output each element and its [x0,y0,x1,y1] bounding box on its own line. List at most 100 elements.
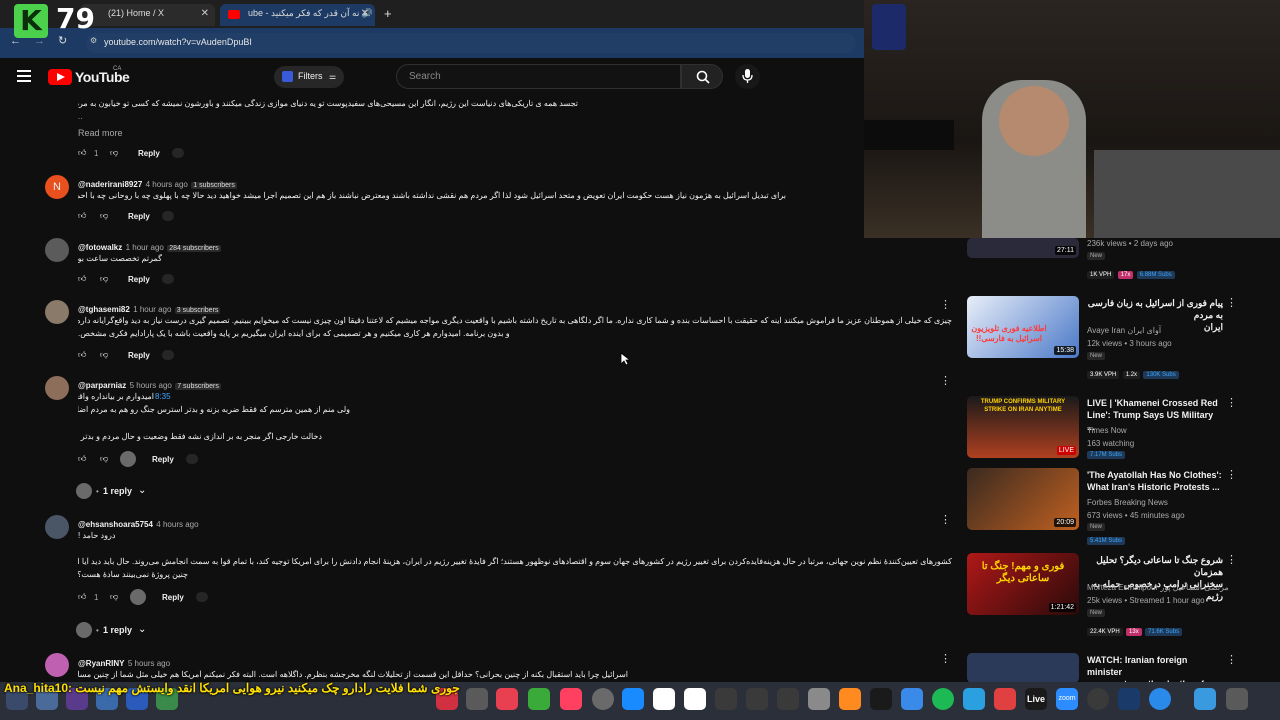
telegram-icon[interactable] [963,688,985,710]
app-icon[interactable] [715,688,737,710]
steam-icon[interactable] [1118,688,1140,710]
app-icon[interactable] [839,688,861,710]
ai-reply-icon[interactable] [186,454,198,464]
avatar[interactable] [45,300,69,324]
comment-time[interactable]: 1 hour ago [133,305,171,314]
like-button[interactable]: 👍︎ [78,148,86,158]
like-button[interactable]: 👍︎ [78,274,86,284]
ai-reply-icon[interactable] [172,148,184,158]
video-thumbnail[interactable]: 20:09 [967,468,1079,530]
channel-name[interactable]: Avaye Iran آوای ایران [1087,325,1161,337]
like-button[interactable]: 👍︎ [78,592,86,602]
notion-icon[interactable] [653,688,675,710]
reply-button[interactable]: Reply [128,212,150,221]
comment-time[interactable]: 5 hours ago [130,381,172,390]
youtube-logo-icon[interactable] [48,69,72,85]
ai-reply-icon[interactable] [162,274,174,284]
dislike-button[interactable]: 👎︎ [110,148,118,158]
video-thumbnail[interactable]: اطلاعیه فوری تلویزیون اسرائیل به فارسی!!… [967,296,1079,358]
video-more-icon[interactable]: ⋮ [1226,553,1237,566]
reply-button[interactable]: Reply [128,275,150,284]
chevron-down-icon[interactable]: ⌄ [138,485,146,496]
settings-icon[interactable] [592,688,614,710]
reply-button[interactable]: Reply [162,593,184,602]
view-replies-button[interactable]: 1 reply [103,486,132,496]
tab-youtube-video[interactable]: ube - نه آن قدر که فکر میکنید 🔊 ✕ [220,4,375,26]
app-store-icon[interactable] [622,688,644,710]
comment-more-icon[interactable]: ⋮ [940,652,951,665]
chevron-down-icon[interactable]: ⌄ [138,624,146,635]
comment-time[interactable]: 5 hours ago [128,659,170,668]
app-icon[interactable] [1087,688,1109,710]
avatar[interactable]: N [45,175,69,199]
comment-author[interactable]: @fotowalkz [78,243,122,252]
hamburger-menu-icon[interactable] [17,70,31,82]
ai-reply-icon[interactable] [162,350,174,360]
app-icon[interactable] [870,688,892,710]
search-input[interactable]: Search [396,64,681,89]
trash-icon[interactable] [1226,688,1248,710]
app-icon[interactable] [746,688,768,710]
like-button[interactable]: 👍︎ [78,454,86,464]
comment-more-icon[interactable]: ⋮ [940,298,951,311]
close-tab-icon[interactable]: ✕ [201,8,209,19]
dislike-button[interactable]: 👎︎ [110,592,118,602]
video-title[interactable]: 'The Ayatollah Has No Clothes': What Ira… [1087,469,1223,493]
comment-more-icon[interactable]: ⋮ [940,374,951,387]
channel-name[interactable]: Forbes Breaking News [1087,497,1168,509]
zoom-icon[interactable]: zoom [1056,688,1078,710]
dislike-button[interactable]: 👎︎ [100,350,108,360]
comment-author[interactable]: @tghasemi82 [78,305,130,314]
numbers-icon[interactable] [528,688,550,710]
avatar[interactable] [45,238,69,262]
ableton-live-icon[interactable]: Live [1025,688,1047,710]
channel-name[interactable]: Morteza Esmailpour مرتضی اسماعیل پور [1087,582,1229,594]
close-tab-icon[interactable]: ✕ [361,8,369,19]
tab-x-home[interactable]: (21) Home / X ✕ [80,4,215,26]
site-info-icon[interactable]: ⚙ [90,36,97,45]
dislike-button[interactable]: 👎︎ [100,454,108,464]
ai-reply-icon[interactable] [162,211,174,221]
comment-time[interactable]: 4 hours ago [156,520,198,529]
url-field[interactable]: ⚙ youtube.com/watch?v=vAudenDpuBI [86,33,856,53]
comment-author[interactable]: @naderirani8927 [78,180,142,189]
read-more-link[interactable]: Read more [78,128,123,138]
like-button[interactable]: 👍︎ [78,211,86,221]
timestamp-link[interactable]: 8:35 [155,392,171,401]
video-thumbnail[interactable]: 27:11 [967,238,1079,258]
app-icon[interactable] [466,688,488,710]
dislike-button[interactable]: 👎︎ [100,274,108,284]
ai-reply-icon[interactable] [196,592,208,602]
reload-icon[interactable]: ↻ [58,34,67,47]
comment-time[interactable]: 1 hour ago [126,243,164,252]
reply-button[interactable]: Reply [152,455,174,464]
voice-search-button[interactable] [735,64,760,89]
avatar[interactable] [45,376,69,400]
comment-author[interactable]: @ehsanshoara5754 [78,520,153,529]
avatar[interactable] [45,515,69,539]
app-icon[interactable] [808,688,830,710]
comment-author[interactable]: @parparniaz [78,381,126,390]
news-icon[interactable] [496,688,518,710]
app-icon[interactable] [560,688,582,710]
app-icon[interactable] [1149,688,1171,710]
calendar-icon[interactable] [684,688,706,710]
video-thumbnail[interactable]: فوری و مهم! جنگ تا ساعاتی دیگر 1:21:42 [967,553,1079,615]
reply-button[interactable]: Reply [128,351,150,360]
spotify-icon[interactable] [932,688,954,710]
app-icon[interactable] [994,688,1016,710]
comment-time[interactable]: 4 hours ago [146,180,188,189]
app-icon[interactable] [901,688,923,710]
view-replies-button[interactable]: 1 reply [103,625,132,635]
search-button[interactable] [681,64,723,89]
app-icon[interactable] [777,688,799,710]
comment-more-icon[interactable]: ⋮ [940,513,951,526]
video-more-icon[interactable]: ⋮ [1226,396,1237,409]
video-thumbnail[interactable]: TRUMP CONFIRMS MILITARY STRIKE ON IRAN A… [967,396,1079,458]
filters-button[interactable]: Filters ⚌ [274,66,344,88]
comment-author[interactable]: @RyanRINY [78,659,124,668]
video-more-icon[interactable]: ⋮ [1226,468,1237,481]
folder-icon[interactable] [1194,688,1216,710]
channel-name[interactable]: Times Now [1087,425,1127,437]
reply-button[interactable]: Reply [138,149,160,158]
